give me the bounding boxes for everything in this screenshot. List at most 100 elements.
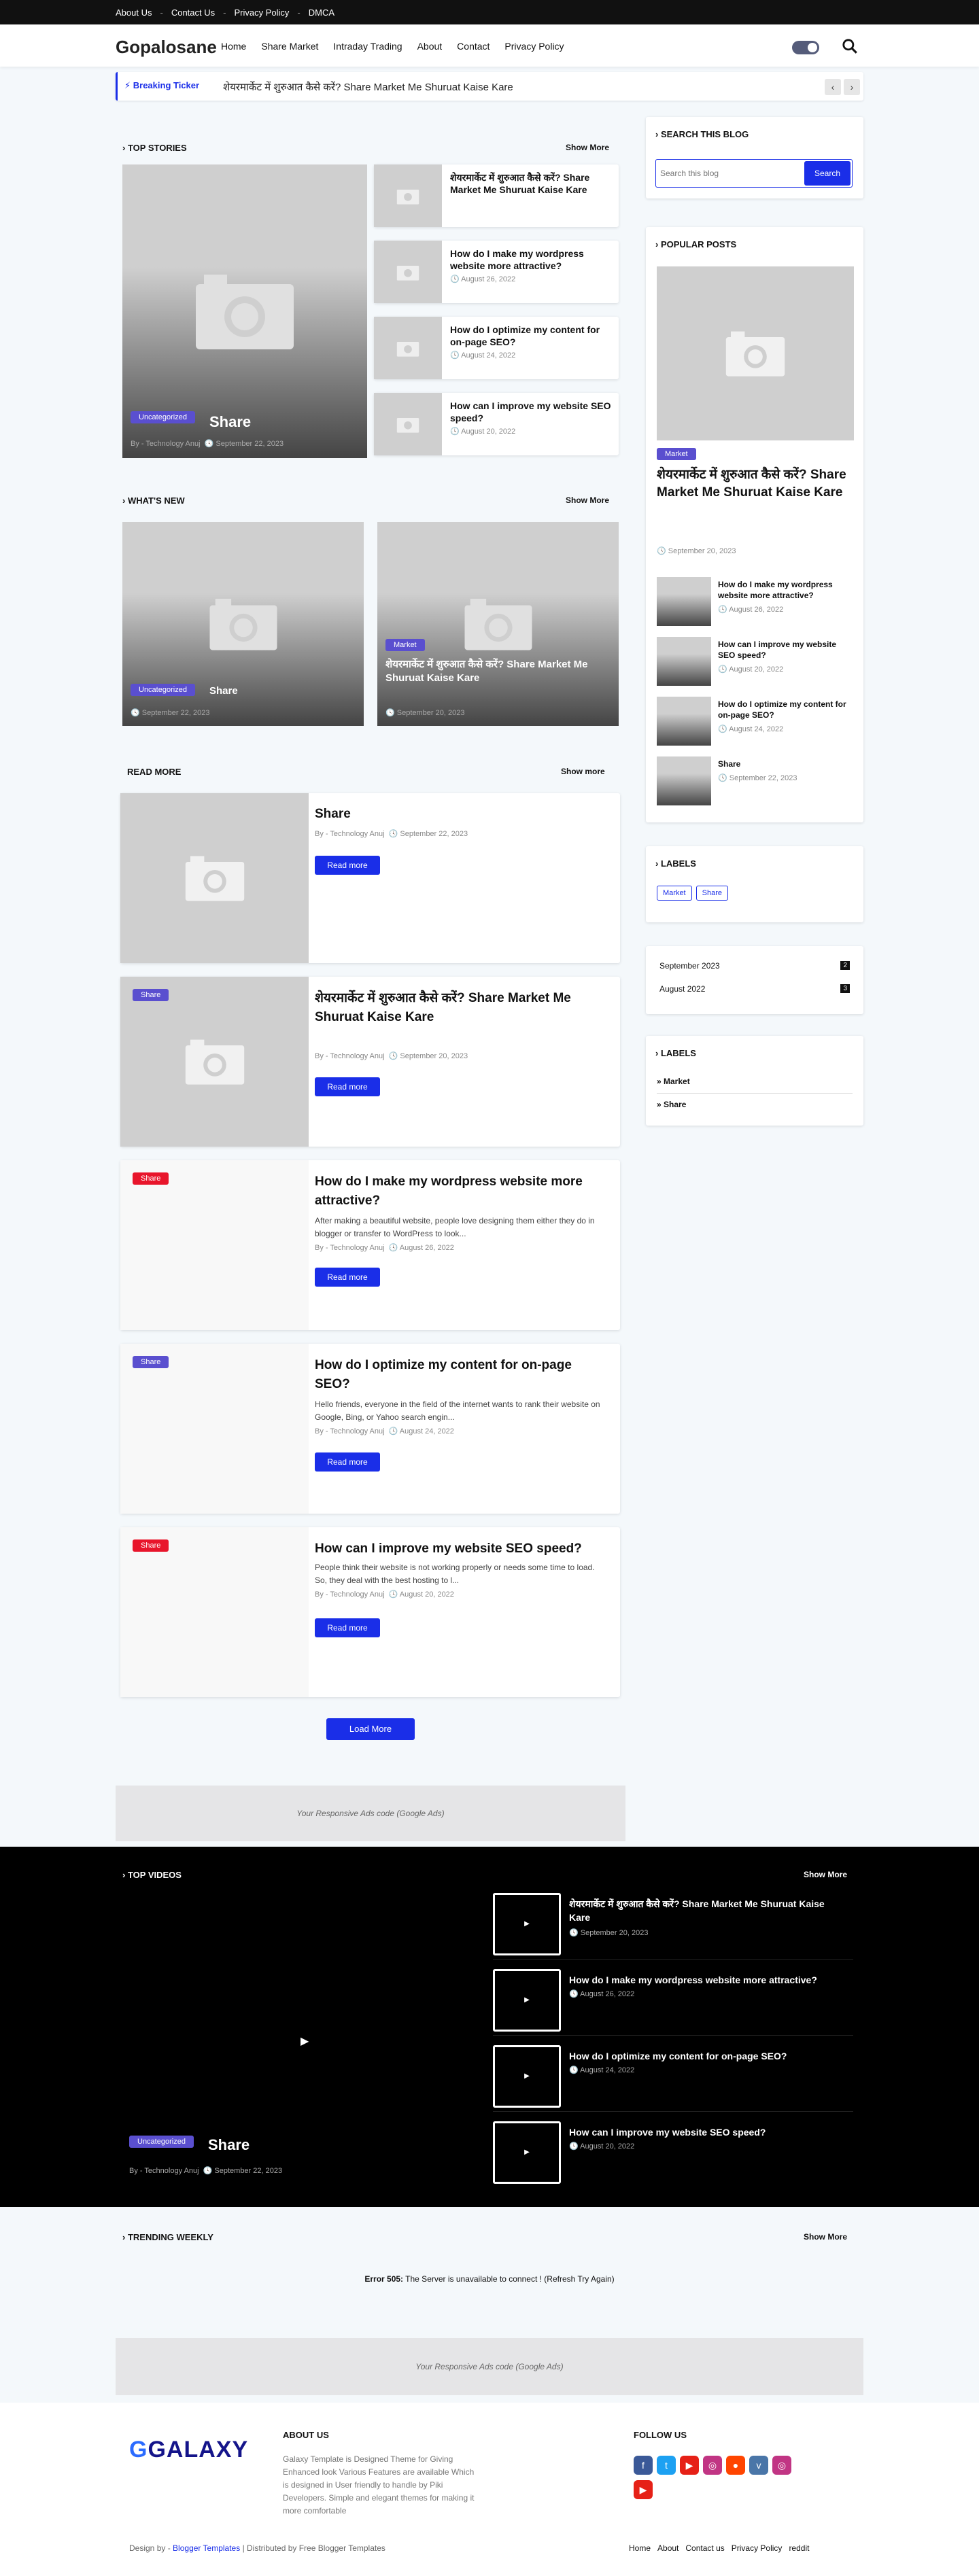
read-more-button[interactable]: Read more (315, 1077, 380, 1096)
main-video[interactable]: ▶ Uncategorized Share By - Technology An… (122, 1894, 483, 2193)
story-title[interactable]: Share (209, 413, 251, 431)
read-more-button[interactable]: Read more (315, 1268, 380, 1287)
search-input[interactable] (660, 165, 796, 181)
video-item-title[interactable]: How do I make my wordpress website more … (569, 1973, 848, 1987)
post-card[interactable]: Share How do I optimize my content for o… (120, 1344, 620, 1514)
top-story-item[interactable]: How do I optimize my content for on-page… (374, 317, 619, 379)
category-badge[interactable]: Share (133, 1356, 169, 1368)
video-item-title[interactable]: How do I optimize my content for on-page… (569, 2049, 848, 2063)
trending-show-more[interactable]: Show More (804, 2232, 847, 2242)
video-item[interactable]: ▶ How can I improve my website SEO speed… (493, 2121, 853, 2188)
post-title[interactable]: शेयरमार्केट में शुरुआत कैसे करें? Share … (315, 989, 607, 1027)
post-title[interactable]: How do I optimize my content for on-page… (315, 1356, 607, 1394)
reddit-icon[interactable]: ● (726, 2456, 745, 2475)
whats-new-card[interactable]: Market शेयरमार्केट में शुरुआत कैसे करें?… (377, 522, 619, 726)
search-button[interactable]: Search (804, 161, 851, 186)
top-story-main[interactable]: Uncategorized Share By - Technology Anuj… (122, 164, 367, 458)
nav-about[interactable]: About (417, 41, 443, 52)
post-card[interactable]: Share How do I make my wordpress website… (120, 1160, 620, 1330)
category-badge[interactable]: Uncategorized (131, 684, 195, 696)
play-icon[interactable]: ▶ (493, 2045, 561, 2108)
search-icon[interactable] (841, 37, 859, 55)
ticker-prev-button[interactable]: ‹ (825, 79, 841, 95)
post-card[interactable]: Share How can I improve my website SEO s… (120, 1527, 620, 1697)
category-badge[interactable]: Market (657, 448, 696, 460)
video-title[interactable]: Share (208, 2136, 250, 2154)
video-item[interactable]: ▶ How do I optimize my content for on-pa… (493, 2045, 853, 2112)
item-title[interactable]: How can I improve my website SEO speed? (450, 400, 613, 424)
footer-link-privacy[interactable]: Privacy Policy (732, 2543, 783, 2553)
dark-mode-toggle[interactable] (792, 41, 819, 54)
archive-item[interactable]: August 2022 3 (659, 984, 850, 994)
topbar-link-contact[interactable]: Contact Us (171, 7, 215, 18)
item-title[interactable]: शेयरमार्केट में शुरुआत कैसे करें? Share … (450, 171, 613, 196)
category-badge[interactable]: Market (385, 639, 425, 651)
item-title[interactable]: How do I make my wordpress website more … (450, 247, 613, 272)
whats-new-card[interactable]: Uncategorized Share 🕓 September 22, 2023 (122, 522, 364, 726)
play-icon[interactable]: ▶ (493, 2121, 561, 2184)
category-badge[interactable]: Share (133, 1539, 169, 1552)
footer-link-home[interactable]: Home (629, 2543, 651, 2553)
site-logo[interactable]: Gopalosane (116, 37, 217, 58)
post-card[interactable]: Share शेयरमार्केट में शुरुआत कैसे करें? … (120, 977, 620, 1147)
archive-item[interactable]: September 2023 2 (659, 961, 850, 971)
top-stories-show-more[interactable]: Show More (566, 143, 609, 152)
footer-link-about[interactable]: About (657, 2543, 679, 2553)
nav-contact[interactable]: Contact (457, 41, 490, 52)
popular-item-title[interactable]: How do I optimize my content for on-page… (718, 699, 854, 720)
popular-thumb[interactable] (657, 637, 711, 686)
top-story-item[interactable]: How do I make my wordpress website more … (374, 241, 619, 303)
whats-new-show-more[interactable]: Show More (566, 495, 609, 505)
footer-link-contact[interactable]: Contact us (685, 2543, 724, 2553)
post-title[interactable]: How can I improve my website SEO speed? (315, 1539, 607, 1559)
twitter-icon[interactable]: t (657, 2456, 676, 2475)
popular-item-title[interactable]: Share (718, 759, 854, 769)
instagram-icon[interactable]: ◎ (703, 2456, 722, 2475)
card-title[interactable]: शेयरमार्केट में शुरुआत कैसे करें? Share … (385, 658, 610, 685)
popular-thumb[interactable] (657, 577, 711, 626)
top-story-item[interactable]: How can I improve my website SEO speed? … (374, 393, 619, 455)
category-badge[interactable]: Uncategorized (129, 2136, 194, 2148)
read-more-show-more[interactable]: Show more (561, 767, 605, 776)
card-title[interactable]: Share (209, 685, 238, 697)
youtube-icon[interactable]: ▶ (634, 2480, 653, 2499)
category-badge[interactable]: Uncategorized (131, 411, 195, 423)
top-videos-show-more[interactable]: Show More (804, 1870, 847, 1879)
credit-link[interactable]: Blogger Templates (173, 2543, 240, 2553)
nav-privacy[interactable]: Privacy Policy (504, 41, 564, 52)
facebook-icon[interactable]: f (634, 2456, 653, 2475)
footer-logo[interactable]: GGALAXY (129, 2437, 248, 2463)
video-item-title[interactable]: How can I improve my website SEO speed? (569, 2125, 848, 2139)
topbar-link-about[interactable]: About Us (116, 7, 152, 18)
label-link[interactable]: » Market (657, 1077, 853, 1094)
play-icon[interactable]: ▶ (493, 1969, 561, 2032)
ticker-text[interactable]: शेयरमार्केट में शुरुआत कैसे करें? Share … (223, 80, 513, 94)
item-title[interactable]: How do I optimize my content for on-page… (450, 324, 613, 348)
youtube-icon[interactable]: ▶ (680, 2456, 699, 2475)
popular-item-title[interactable]: How can I improve my website SEO speed? (718, 639, 854, 661)
video-item[interactable]: ▶ How do I make my wordpress website mor… (493, 1969, 853, 2036)
nav-share-market[interactable]: Share Market (261, 41, 318, 52)
topbar-link-privacy[interactable]: Privacy Policy (234, 7, 289, 18)
topbar-link-dmca[interactable]: DMCA (309, 7, 334, 18)
footer-link-reddit[interactable]: reddit (789, 2543, 809, 2553)
ticker-next-button[interactable]: › (844, 79, 860, 95)
read-more-button[interactable]: Read more (315, 856, 380, 875)
play-icon[interactable]: ▶ (493, 1893, 561, 1955)
category-badge[interactable]: Share (133, 989, 169, 1001)
label-tag[interactable]: Share (695, 886, 728, 901)
label-link[interactable]: » Share (657, 1100, 853, 1109)
post-card[interactable]: Share By - Technology Anuj 🕓 September 2… (120, 793, 620, 963)
popular-main-title[interactable]: शेयरमार्केट में शुरुआत कैसे करें? Share … (657, 466, 854, 502)
nav-home[interactable]: Home (221, 41, 246, 52)
vk-icon[interactable]: v (749, 2456, 768, 2475)
read-more-button[interactable]: Read more (315, 1618, 380, 1637)
popular-item-title[interactable]: How do I make my wordpress website more … (718, 579, 854, 601)
popular-thumb[interactable] (657, 697, 711, 746)
post-title[interactable]: Share (315, 807, 607, 822)
video-item-title[interactable]: शेयरमार्केट में शुरुआत कैसे करें? Share … (569, 1897, 848, 1924)
popular-main-thumb[interactable] (657, 266, 854, 440)
top-story-item[interactable]: शेयरमार्केट में शुरुआत कैसे करें? Share … (374, 164, 619, 227)
nav-intraday[interactable]: Intraday Trading (333, 41, 402, 52)
load-more-button[interactable]: Load More (326, 1718, 415, 1740)
